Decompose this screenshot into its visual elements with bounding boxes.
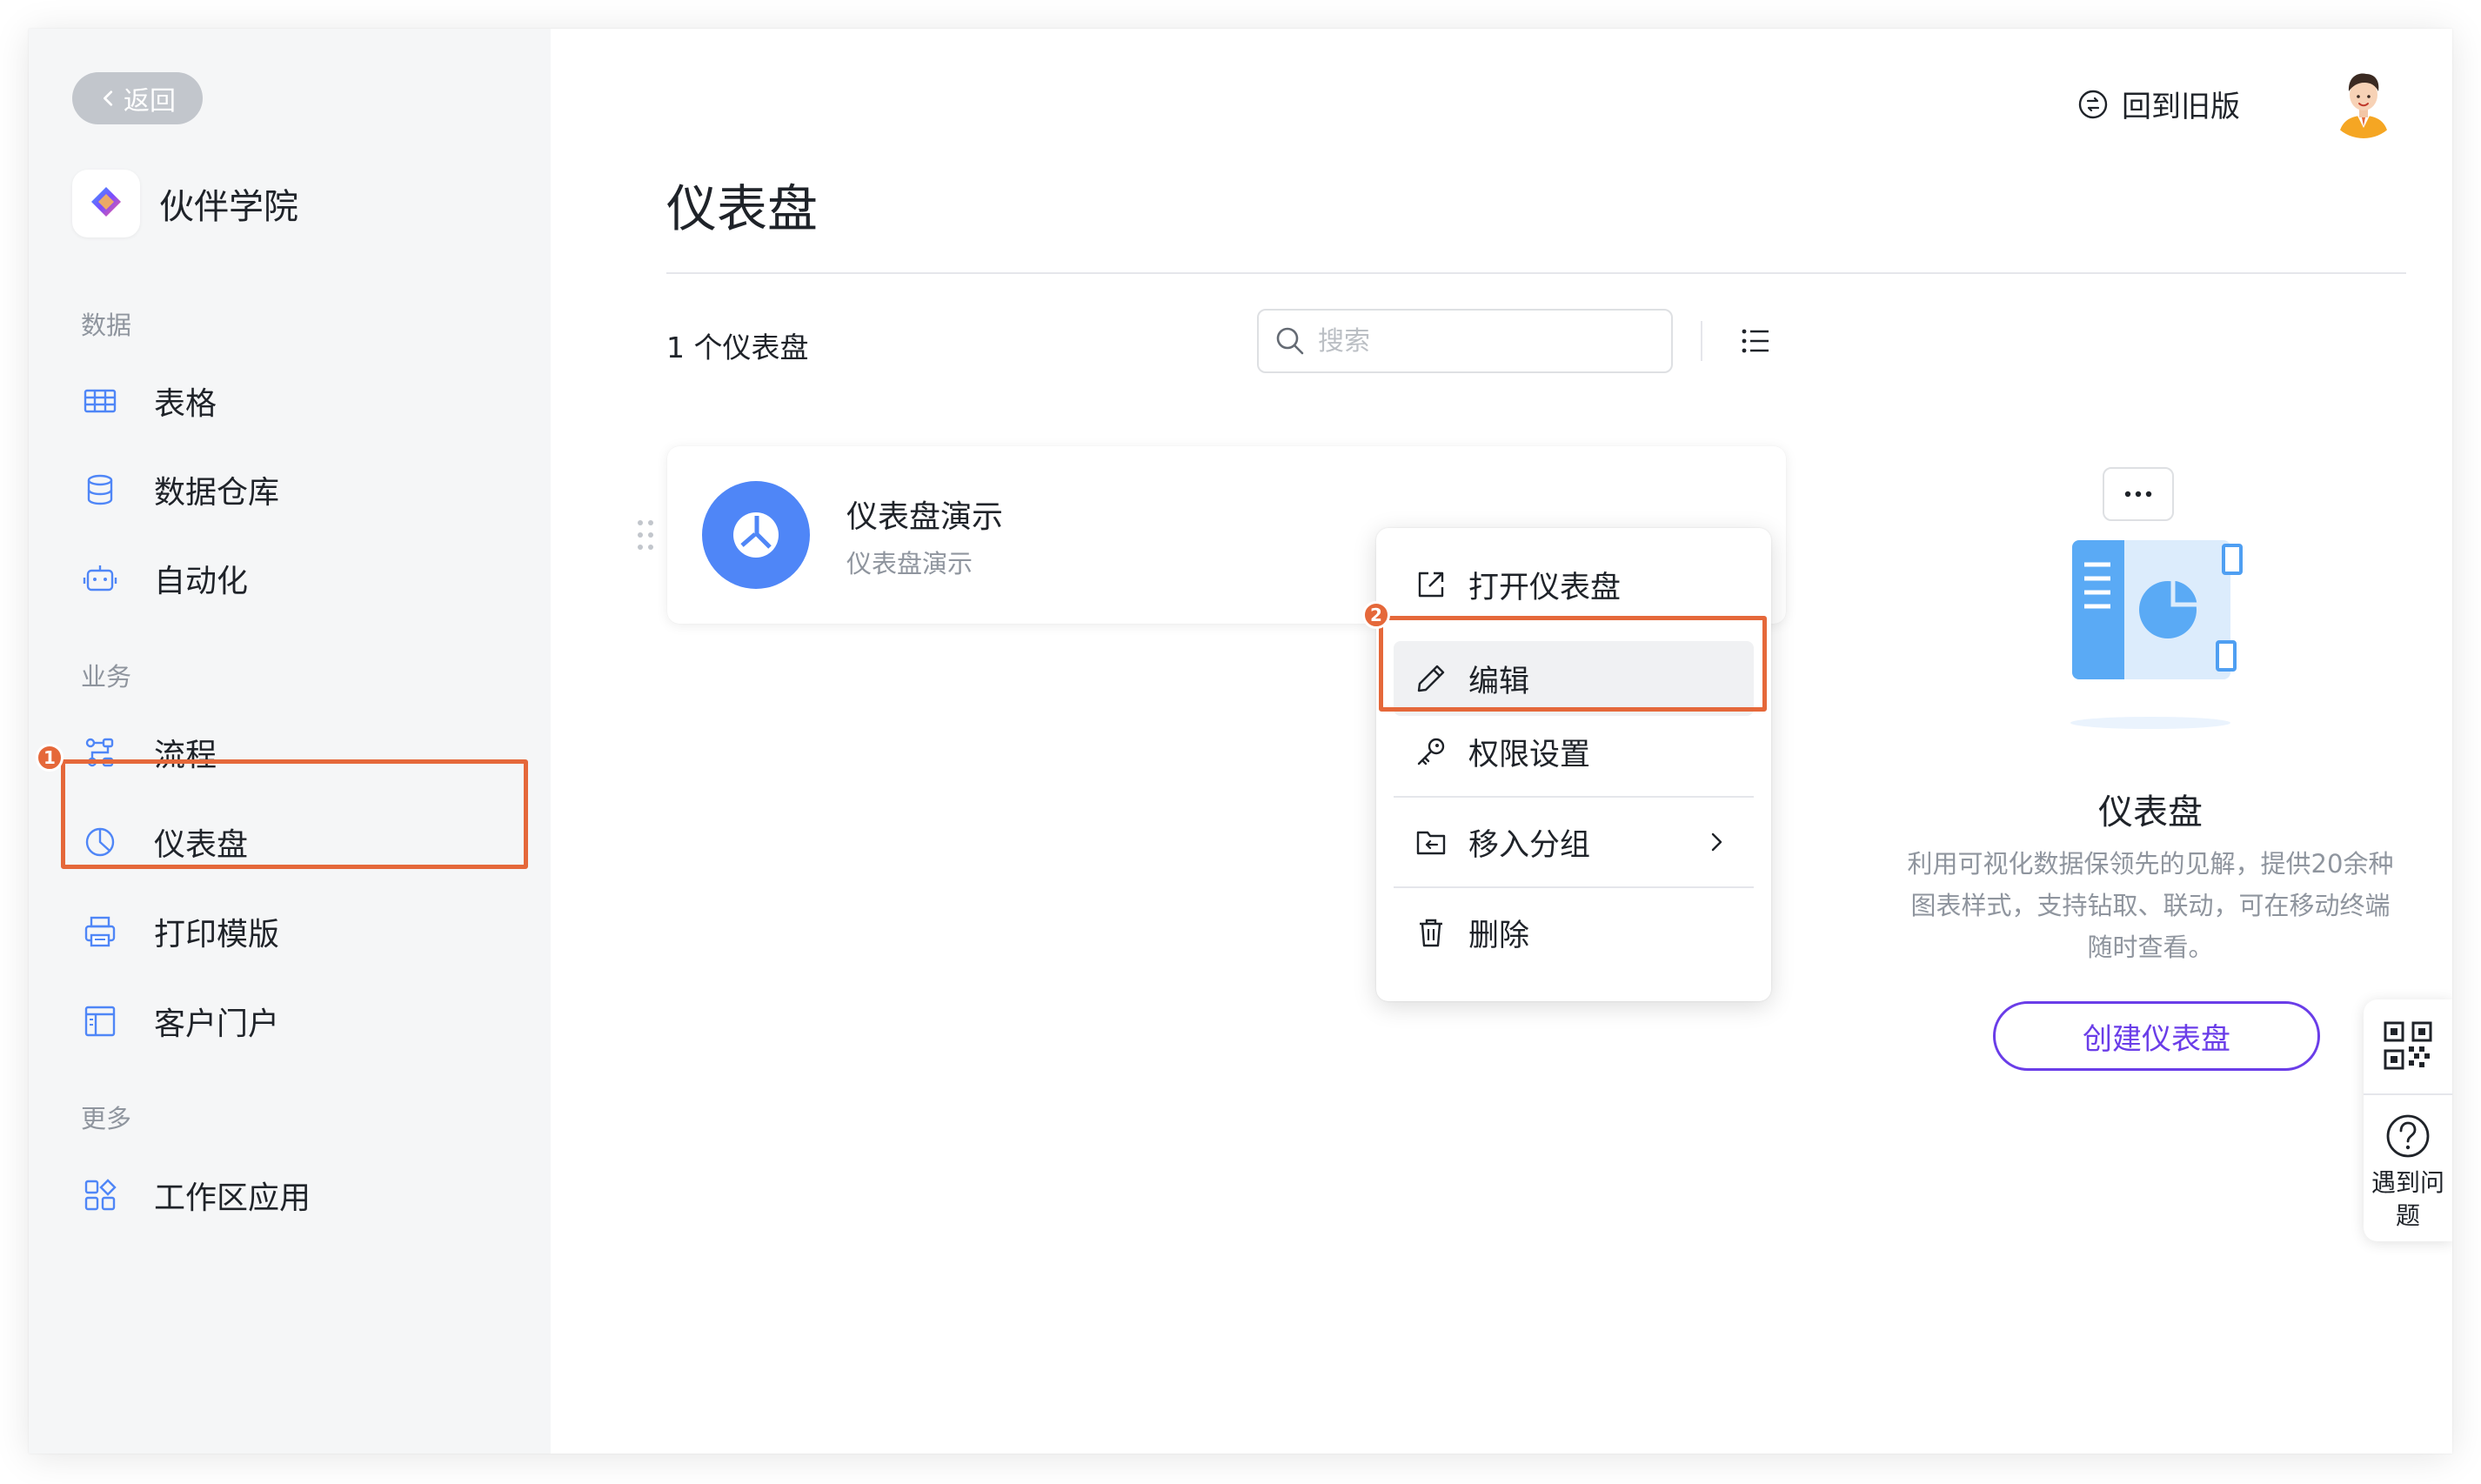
menu-divider [1394, 796, 1754, 798]
drag-handle-icon[interactable] [635, 518, 656, 552]
menu-item-open-dashboard[interactable]: 打开仪表盘 [1394, 547, 1754, 622]
dashboard-count: 1 个仪表盘 [666, 331, 809, 364]
sidebar-item-table[interactable]: 表格 [81, 362, 481, 440]
qr-code-icon[interactable] [2383, 1020, 2433, 1071]
back-button-label: 返回 [124, 86, 176, 117]
sidebar-item-label: 自动化 [154, 564, 249, 599]
list-view-button[interactable] [1735, 321, 1775, 361]
create-dashboard-button[interactable]: 创建仪表盘 [1993, 1001, 2320, 1071]
section-label-data: 数据 [81, 311, 132, 340]
app-logo-icon [72, 170, 140, 237]
menu-item-label: 删除 [1468, 918, 1530, 953]
menu-item-label: 权限设置 [1468, 737, 1591, 772]
sidebar-item-warehouse[interactable]: 数据仓库 [81, 451, 481, 529]
switch-version-icon [2078, 90, 2108, 118]
database-icon [81, 471, 119, 509]
sidebar-item-label: 数据仓库 [154, 475, 280, 511]
search-input[interactable] [1318, 325, 1648, 357]
menu-item-move-group[interactable]: 移入分组 [1394, 805, 1754, 879]
chevron-right-icon [1711, 832, 1722, 852]
menu-item-label: 移入分组 [1468, 827, 1591, 863]
external-link-icon [1413, 566, 1449, 603]
old-version-label: 回到旧版 [2122, 90, 2240, 124]
dashboard-description: 仪表盘演示 [846, 549, 973, 578]
help-text[interactable]: 遇到问题 [2364, 1166, 2452, 1233]
app-window: 返回 伙伴学院 数据 表格 数据仓库 自动化 业务 流程 仪表盘 打印模版 客户… [29, 29, 2452, 1454]
context-menu: 打开仪表盘 编辑 权限设置 移入分组 删除 [1376, 528, 1771, 1001]
chevron-left-icon [104, 90, 113, 106]
apps-grid-icon [81, 1176, 119, 1214]
main-content: 回到旧版 仪表盘 1 个仪表盘 搜索 仪表盘演示 仪表盘演示 打开仪表盘 编辑 … [551, 29, 2452, 1454]
sidebar-item-label: 打印模版 [154, 917, 280, 953]
sidebar-item-label: 仪表盘 [154, 827, 249, 863]
help-circle-icon[interactable] [2384, 1113, 2431, 1160]
printer-icon [81, 912, 119, 951]
menu-item-label: 打开仪表盘 [1468, 570, 1622, 605]
robot-icon [81, 559, 119, 598]
sidebar-item-label: 工作区应用 [154, 1180, 311, 1216]
search-box [1257, 309, 1673, 373]
step2-badge: 2 [1362, 601, 1390, 629]
widget-divider [2364, 1093, 2452, 1095]
menu-item-delete[interactable]: 删除 [1394, 895, 1754, 970]
sidebar-item-print-template[interactable]: 打印模版 [81, 892, 481, 971]
step1-badge: 1 [36, 744, 64, 772]
section-label-business: 业务 [81, 662, 132, 692]
sidebar-item-automation[interactable]: 自动化 [81, 539, 481, 618]
ellipsis-icon [2124, 491, 2152, 498]
flow-icon [81, 733, 119, 772]
menu-item-permissions[interactable]: 权限设置 [1394, 714, 1754, 789]
promo-description: 利用可视化数据保领先的见解，提供20余种图表样式，支持钻取、联动，可在移动终端随… [1907, 849, 2394, 962]
portal-icon [81, 1002, 119, 1040]
sidebar-item-label: 流程 [154, 738, 217, 773]
menu-item-edit[interactable]: 编辑 [1394, 641, 1754, 716]
promo-title: 仪表盘 [2098, 792, 2203, 832]
dashboard-name: 仪表盘演示 [846, 499, 1004, 535]
folder-move-icon [1413, 824, 1449, 860]
pencil-icon [1413, 660, 1449, 697]
app-header: 伙伴学院 [72, 170, 298, 237]
toolbar-divider [1701, 321, 1702, 361]
list-icon [1742, 329, 1769, 353]
pie-chart-icon [81, 823, 119, 861]
key-icon [1413, 733, 1449, 770]
sidebar-item-workspace-apps[interactable]: 工作区应用 [81, 1156, 481, 1234]
sidebar-item-portal[interactable]: 客户门户 [81, 982, 481, 1060]
trash-icon [1413, 914, 1449, 951]
search-icon [1276, 327, 1304, 355]
header-divider [666, 272, 2406, 274]
menu-item-label: 编辑 [1468, 664, 1530, 699]
app-name: 伙伴学院 [159, 187, 298, 227]
back-button[interactable]: 返回 [72, 72, 203, 124]
sidebar-item-dashboard[interactable]: 仪表盘 [81, 803, 481, 881]
sidebar-item-flow[interactable]: 流程 [81, 713, 481, 792]
sidebar-item-label: 表格 [154, 386, 217, 422]
floating-help-widget: 遇到问题 [2364, 999, 2452, 1241]
sidebar-item-label: 客户门户 [154, 1006, 280, 1042]
old-version-link[interactable]: 回到旧版 [2076, 83, 2240, 125]
sidebar: 返回 伙伴学院 数据 表格 数据仓库 自动化 业务 流程 仪表盘 打印模版 客户… [29, 29, 551, 1454]
dashboard-illustration [2020, 505, 2281, 749]
section-label-more: 更多 [81, 1104, 132, 1133]
page-title: 仪表盘 [666, 179, 819, 238]
user-avatar[interactable] [2326, 64, 2401, 138]
menu-divider [1394, 886, 1754, 888]
dashboard-pie-icon [702, 481, 810, 589]
table-icon [81, 382, 119, 420]
